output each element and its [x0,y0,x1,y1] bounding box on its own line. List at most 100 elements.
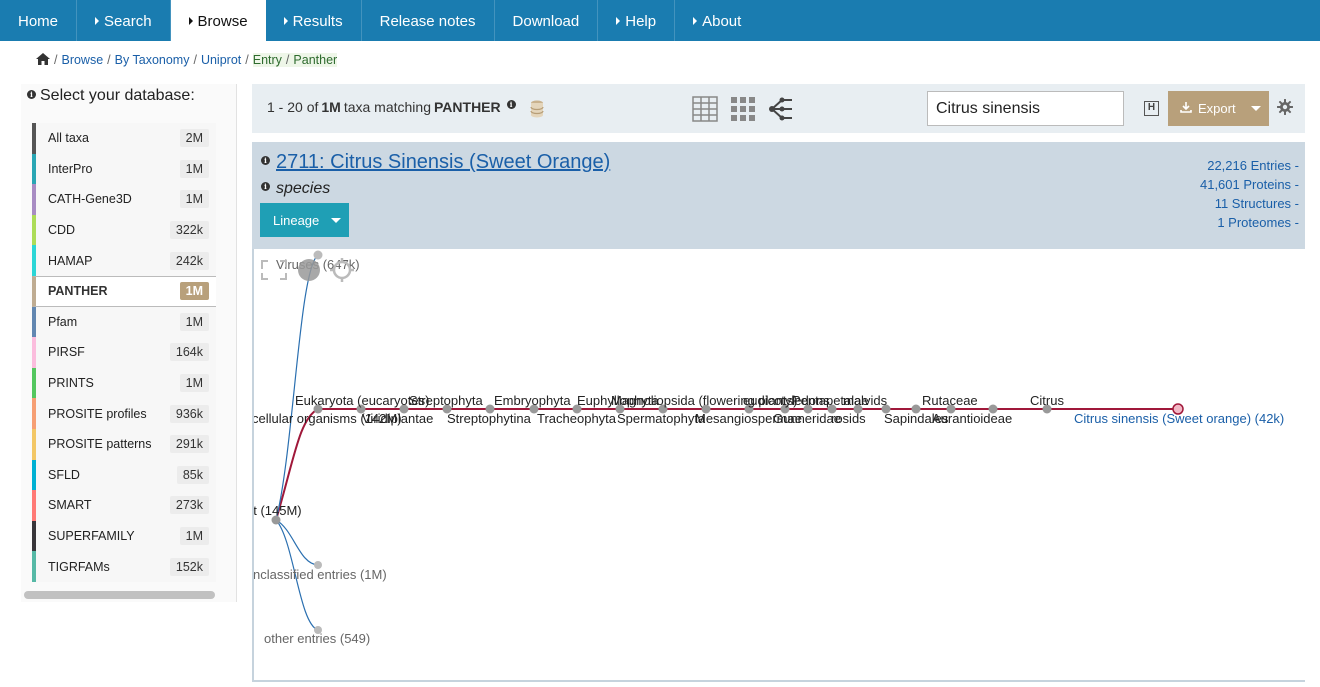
tree-label-lineage-bottom[interactable]: Streptophytina [447,411,532,426]
results-matching-text: taxa matching [343,99,431,115]
nav-search-label: Search [104,13,152,30]
database-count: 936k [169,404,209,423]
export-label: Export [1198,101,1236,116]
nav-search[interactable]: Search [77,0,171,41]
breadcrumb-separator: / [281,53,294,67]
info-icon[interactable]: i [261,156,270,165]
results-toolbar: 1 - 20 of 1M taxa matching PANTHER i H E… [252,84,1305,133]
tree-label-root[interactable]: ot (145M) [254,503,302,518]
database-item-cath-gene3d[interactable]: CATH-Gene3D 1M [32,184,216,215]
tree-label-leaf[interactable]: Citrus sinensis (Sweet orange) (42k) [1074,411,1284,426]
database-count: 242k [169,251,209,270]
entry-link-proteomes[interactable]: 1 Proteomes - [1200,213,1299,232]
info-icon[interactable]: i [261,182,270,191]
nav-about-label: About [702,13,742,30]
gear-icon[interactable] [1277,99,1293,118]
tree-label-lineage-bottom[interactable]: rosids [831,411,866,426]
database-item-hamap[interactable]: HAMAP 242k [32,245,216,276]
breadcrumb-separator: / [245,53,249,67]
breadcrumb-browse[interactable]: Browse [61,53,103,67]
caret-right-icon [693,17,698,25]
database-name: TIGRFAMs [48,559,110,574]
database-name: HAMAP [48,253,93,268]
database-item-prosite-patterns[interactable]: PROSITE patterns 291k [32,428,216,460]
database-count: 1M [179,190,209,209]
database-item-pfam[interactable]: Pfam 1M [32,306,216,338]
export-button[interactable]: Export [1168,91,1269,126]
database-sidebar: i Select your database: All taxa 2M InterP… [21,84,237,602]
database-count: 273k [169,496,209,515]
tree-label-lineage-top[interactable]: malvids [843,393,888,408]
entry-link-entries[interactable]: 22,216 Entries - [1200,156,1299,175]
results-total: 1M [321,99,341,115]
database-item-prosite-profiles[interactable]: PROSITE profiles 936k [32,398,216,429]
chevron-down-icon [1251,106,1261,111]
database-item-pirsf[interactable]: PIRSF 164k [32,337,216,368]
database-count: 322k [169,221,209,240]
tree-label-lineage-bottom[interactable]: Aurantioideae [932,411,1012,426]
database-name: PIRSF [48,345,85,360]
database-name: PROSITE profiles [48,406,147,421]
tree-label-lineage-bottom[interactable]: Viridiplantae [362,411,433,426]
lineage-button[interactable]: Lineage [260,203,349,237]
home-icon[interactable] [36,53,50,65]
database-name: PANTHER [48,284,108,299]
database-item-sfld[interactable]: SFLD 85k [32,459,216,491]
caret-right-icon [616,17,621,25]
tree-label-other[interactable]: other entries (549) [264,631,370,646]
entry-rank-text: species [276,180,331,197]
database-item-cdd[interactable]: CDD 322k [32,214,216,246]
database-item-panther[interactable]: PANTHER 1M [32,275,216,307]
database-list: All taxa 2M InterPro 1M CATH-Gene3D 1M CDD 322k… [32,123,216,582]
taxonomy-entry-panel: i 2711: Citrus Sinensis (Sweet Orange) i… [252,142,1305,249]
entry-link-proteins[interactable]: 41,601 Proteins - [1200,175,1299,194]
database-name: Pfam [48,314,78,329]
sidebar-title-text: Select your database: [40,87,195,104]
zoom-icon[interactable] [298,259,320,281]
breadcrumb-separator: / [107,53,111,67]
breadcrumb-by-taxonomy[interactable]: By Taxonomy [115,53,190,67]
database-name: CATH-Gene3D [48,192,132,207]
grid-view-icon[interactable] [730,96,756,122]
entry-title-link[interactable]: 2711: Citrus Sinensis (Sweet Orange) [276,151,610,174]
database-item-superfamily[interactable]: SUPERFAMILY 1M [32,520,216,552]
taxonomy-tree[interactable]: ot (145M)Viruses (647k)nclassified entri… [252,249,1305,682]
database-count: 85k [176,465,209,484]
database-item-prints[interactable]: PRINTS 1M [32,367,216,399]
sidebar-scrollbar[interactable] [24,591,215,599]
tree-label-unclassified[interactable]: nclassified entries (1M) [254,567,387,582]
info-icon[interactable]: i [27,90,36,99]
database-item-all-taxa[interactable]: All taxa 2M [32,123,216,154]
nav-about[interactable]: About [675,0,759,41]
tree-label-lineage-top[interactable]: Streptophyta [409,393,483,408]
database-item-smart[interactable]: SMART 273k [32,490,216,521]
nav-release-notes[interactable]: Release notes [362,0,495,41]
results-summary: 1 - 20 of 1M taxa matching PANTHER i [267,99,520,115]
nav-browse[interactable]: Browse [170,0,266,41]
export-dropdown-toggle[interactable] [1243,91,1269,126]
info-icon[interactable]: i [506,100,516,109]
tree-label-lineage-top[interactable]: Rutaceae [922,393,978,408]
hmm-toggle-button[interactable]: H [1144,101,1159,116]
top-nav: Home Search Browse Results Release notes… [0,0,1320,41]
tree-label-lineage-bottom[interactable]: Tracheophyta [537,411,617,426]
taxonomy-search-input[interactable] [927,91,1124,126]
database-name: InterPro [48,161,93,176]
breadcrumb-uniprot[interactable]: Uniprot [201,53,241,67]
nav-results[interactable]: Results [266,0,362,41]
breadcrumb-entry[interactable]: Entry [252,53,282,67]
nav-download[interactable]: Download [495,0,599,41]
tree-label-lineage-top[interactable]: Embryophyta [494,393,571,408]
database-item-interpro[interactable]: InterPro 1M [32,153,216,185]
table-view-icon[interactable] [692,96,718,122]
tree-label-lineage-bottom[interactable]: Spermatophyta [617,411,706,426]
entry-link-structures[interactable]: 11 Structures - [1200,194,1299,213]
tree-view-icon[interactable] [768,96,794,122]
database-count: 1M [179,374,209,393]
nav-home[interactable]: Home [0,0,78,41]
nav-help[interactable]: Help [598,0,676,41]
entry-title: i 2711: Citrus Sinensis (Sweet Orange) [261,151,610,174]
tree-label-lineage-top[interactable]: Citrus [1030,393,1064,408]
database-item-tigrfams[interactable]: TIGRFAMs 152k [32,551,216,582]
database-count: 164k [169,343,209,362]
